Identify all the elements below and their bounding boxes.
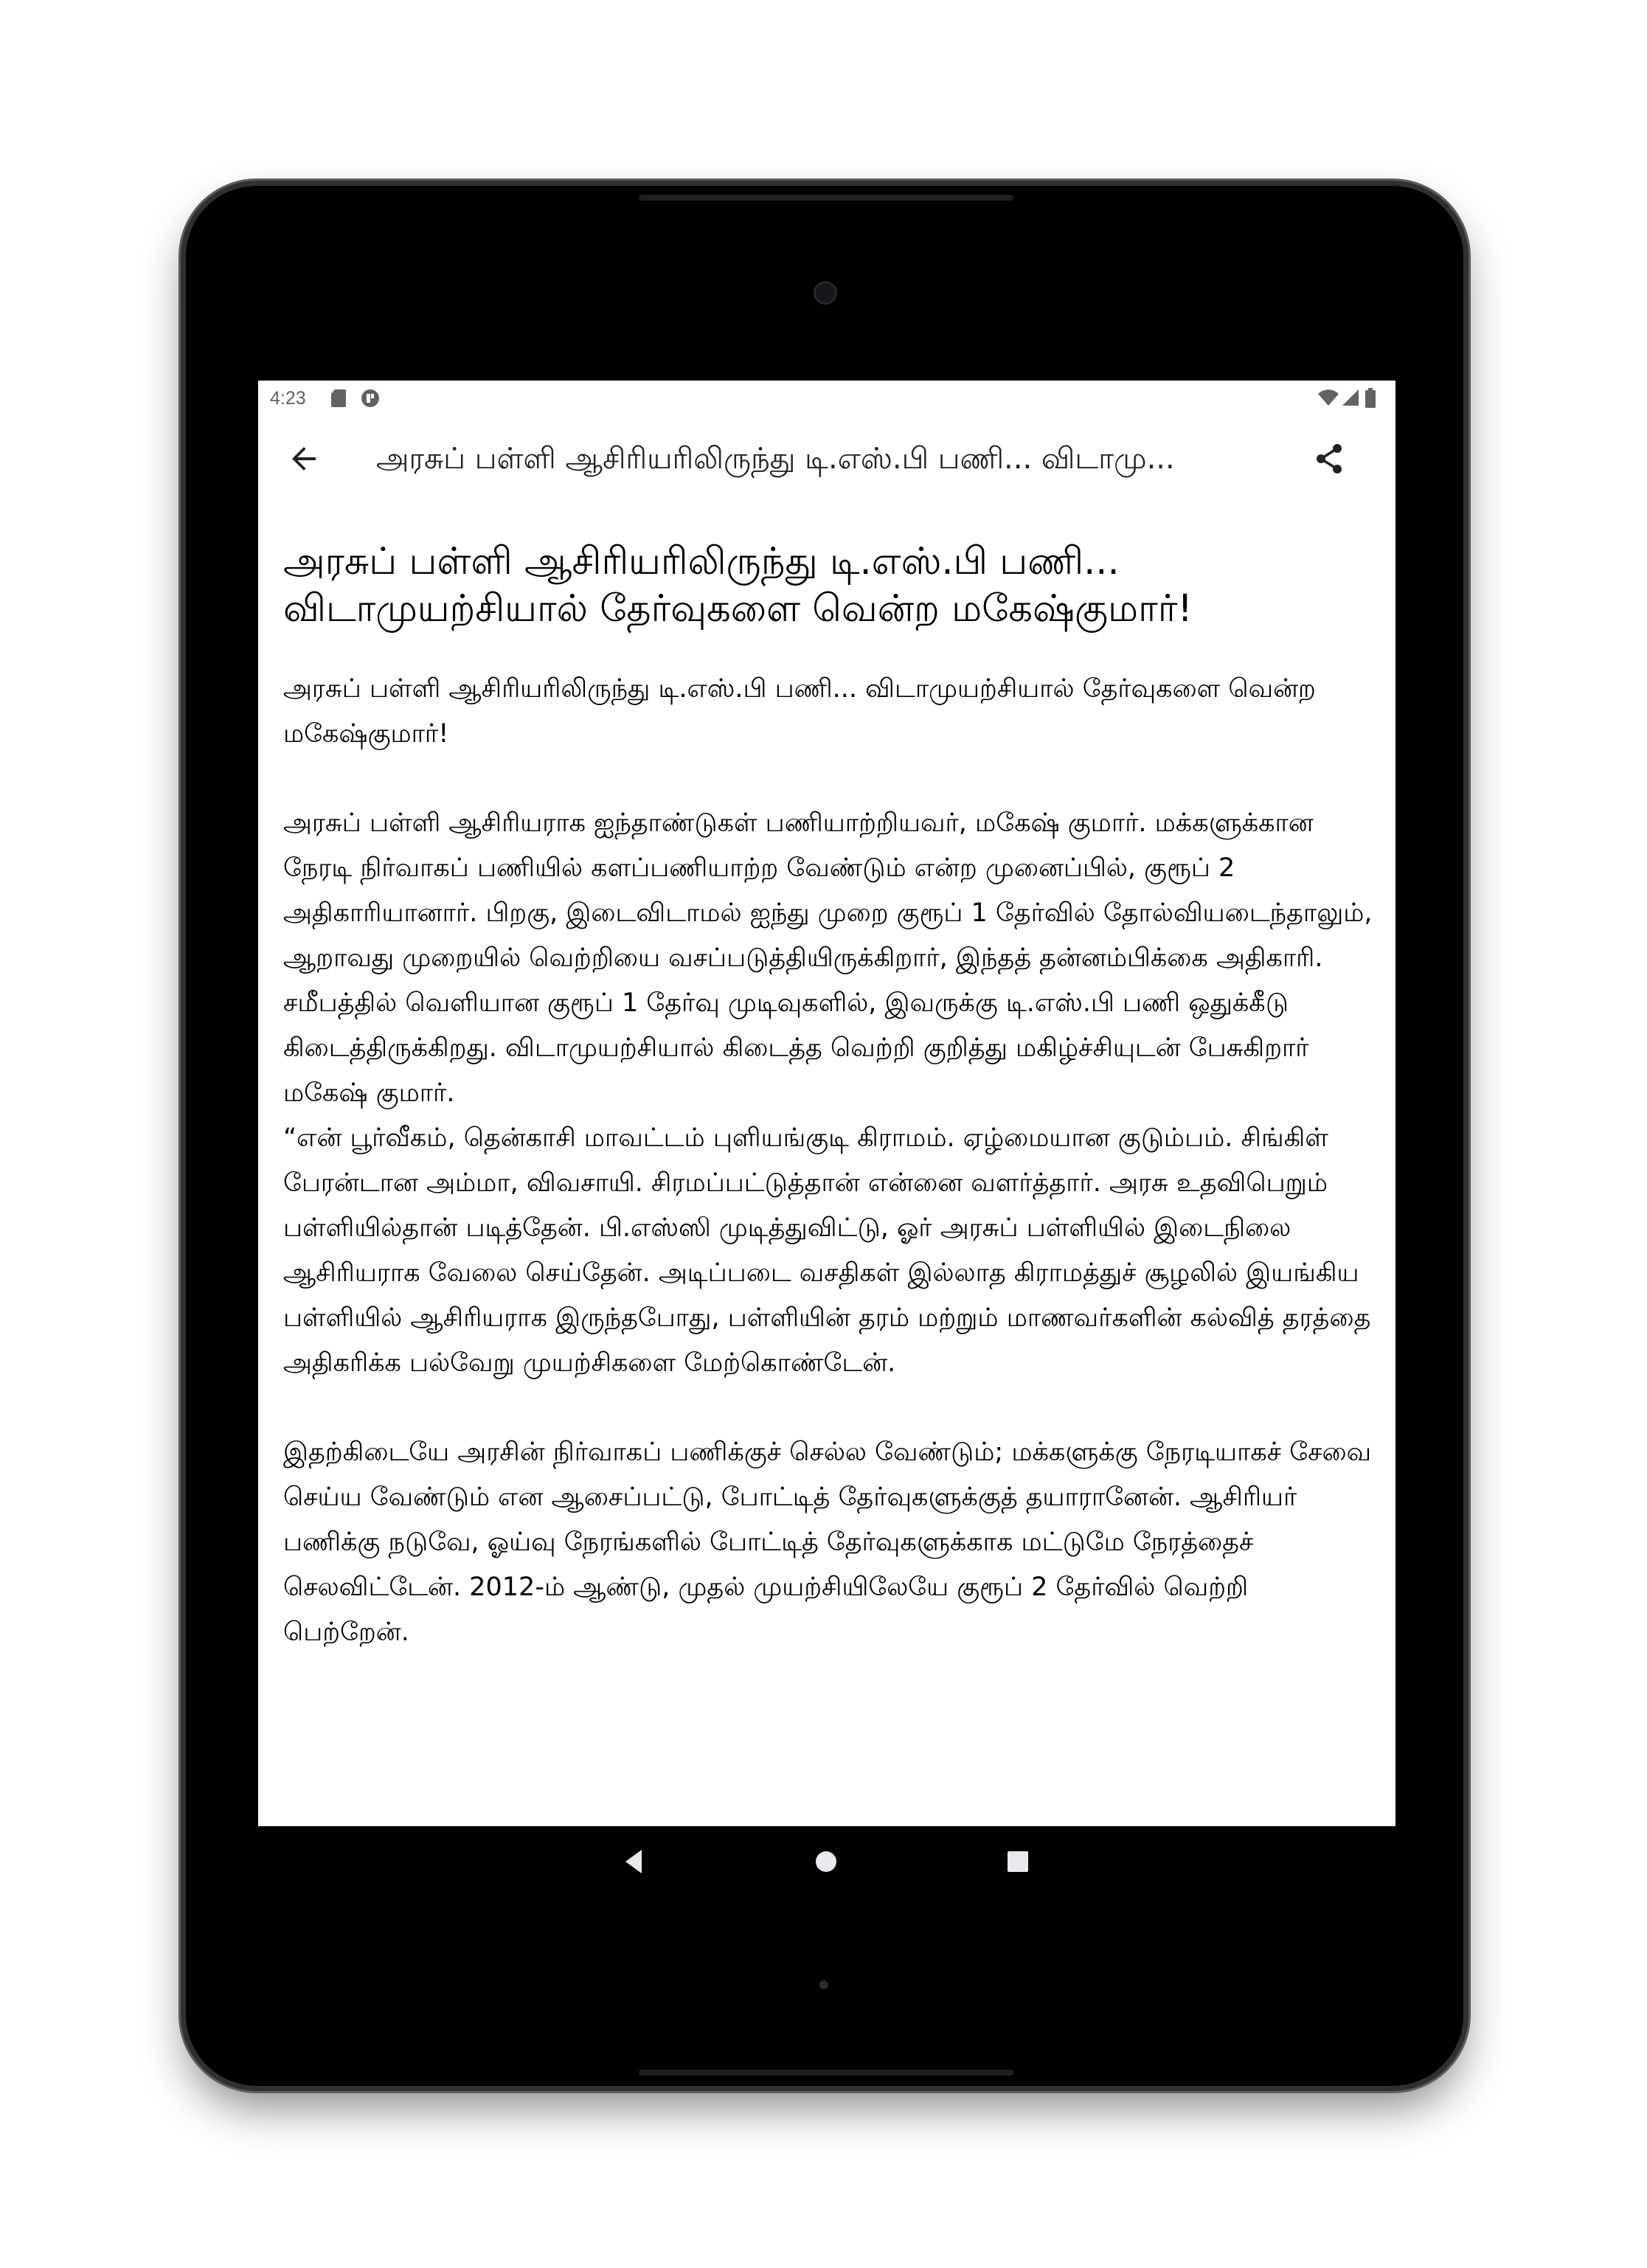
article-paragraph: இதற்கிடையே அரசின் நிர்வாகப் பணிக்குச் செ…	[283, 1438, 1372, 1647]
app-bar: அரசுப் பள்ளி ஆசிரியரிலிருந்து டி.எஸ்.பி …	[258, 417, 1395, 500]
status-time: 4:23	[270, 388, 306, 409]
app-notification-icon	[360, 388, 381, 412]
front-camera	[814, 281, 837, 305]
nav-recents-icon[interactable]	[1000, 1844, 1036, 1882]
arrow-back-icon[interactable]	[286, 441, 322, 476]
battery-icon	[1365, 388, 1376, 412]
article-content: அரசுப் பள்ளி ஆசிரியரிலிருந்து டி.எஸ்.பி …	[283, 538, 1375, 1655]
share-icon[interactable]	[1311, 441, 1347, 476]
article-body: அரசுப் பள்ளி ஆசிரியரிலிருந்து டி.எஸ்.பி …	[283, 667, 1375, 1655]
status-bar: 4:23	[258, 381, 1395, 417]
top-speaker-grille	[639, 195, 1013, 201]
article-paragraph: அரசுப் பள்ளி ஆசிரியராக ஐந்தாண்டுகள் பணிய…	[283, 808, 1373, 973]
sd-card-icon	[330, 388, 347, 412]
article-paragraph: “என் பூர்வீகம், தென்காசி மாவட்டம் புளியங…	[283, 1123, 1371, 1378]
article-paragraph: அரசுப் பள்ளி ஆசிரியரிலிருந்து டி.எஸ்.பி …	[283, 674, 1316, 749]
nav-back-icon[interactable]	[617, 1844, 652, 1882]
nav-home-icon[interactable]	[808, 1844, 844, 1882]
navigation-bar	[258, 1826, 1395, 1897]
article-paragraph: சமீபத்தில் வெளியான குரூப் 1 தேர்வு முடிவ…	[283, 988, 1309, 1108]
article-headline: அரசுப் பள்ளி ஆசிரியரிலிருந்து டி.எஸ்.பி …	[283, 540, 1193, 631]
bottom-speaker-grille	[639, 2070, 1013, 2075]
device-screen: 4:23 அரசுப் பள்ளி ஆசிரியரிலிருந்து டி.எஸ…	[258, 381, 1395, 1897]
toolbar-title: அரசுப் பள்ளி ஆசிரியரிலிருந்து டி.எஸ்.பி …	[376, 442, 1175, 476]
signal-icon	[1341, 388, 1360, 410]
bottom-sensor	[819, 1980, 828, 1989]
wifi-icon	[1317, 388, 1339, 410]
